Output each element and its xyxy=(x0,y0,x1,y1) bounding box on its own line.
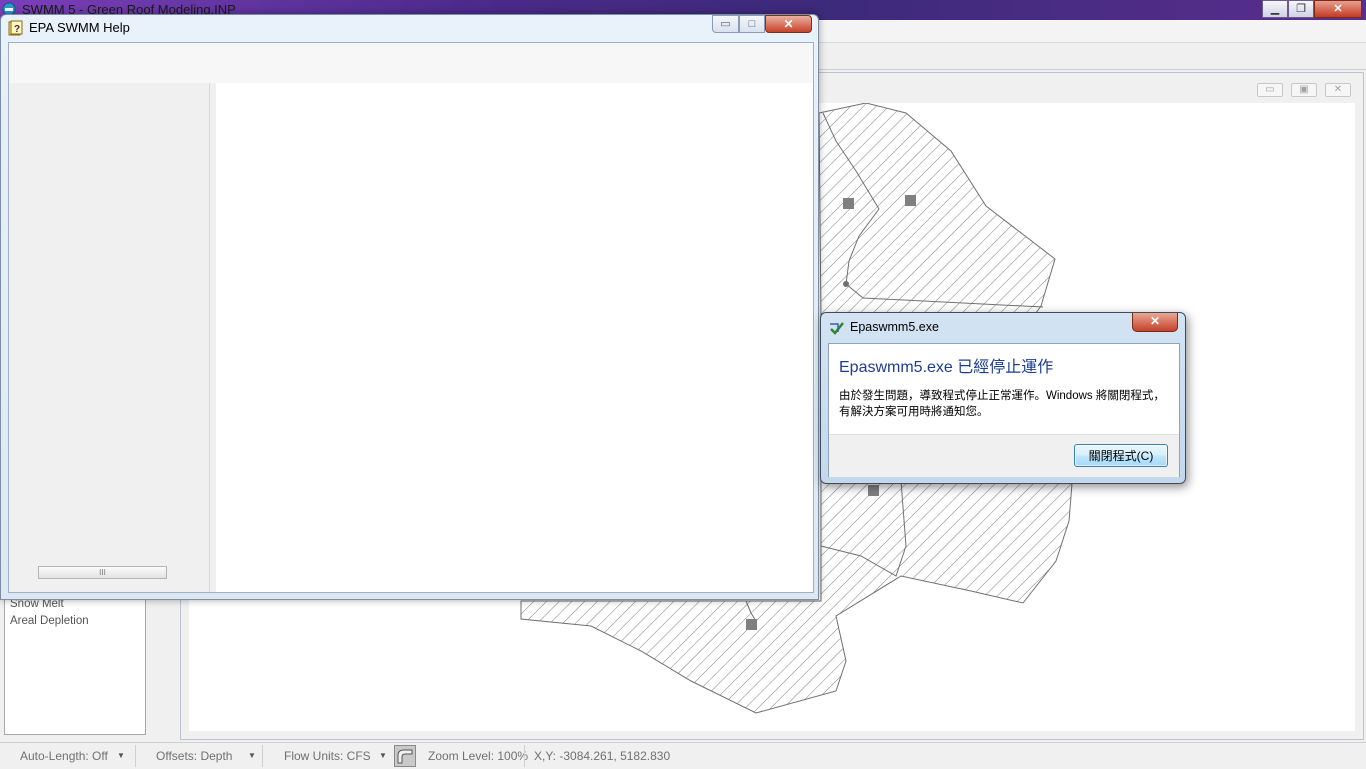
help-window[interactable]: ? EPA SWMM Help ▭ □ ✕ III xyxy=(0,14,819,600)
status-bar: Auto-Length: Off ▼ Offsets: Depth ▼ Flow… xyxy=(0,742,1366,769)
help-maximize-button[interactable]: □ xyxy=(739,15,765,33)
coordinates-status: X,Y: -3084.261, 5182.830 xyxy=(534,749,671,763)
minimize-icon: ▭ xyxy=(1265,84,1275,95)
map-minimize-button[interactable]: ▭ xyxy=(1257,83,1283,97)
zoom-level-icon[interactable] xyxy=(394,745,416,767)
offsets-status[interactable]: Offsets: Depth xyxy=(156,749,232,763)
help-toolbar[interactable] xyxy=(9,43,813,83)
close-icon: ✕ xyxy=(1149,314,1161,328)
close-program-button[interactable]: 關閉程式(C) xyxy=(1074,444,1168,467)
status-separator xyxy=(135,745,136,767)
junction-node[interactable] xyxy=(843,281,849,287)
status-separator xyxy=(262,745,263,767)
map-close-button[interactable]: ✕ xyxy=(1325,83,1351,97)
scroll-grip-icon: III xyxy=(99,568,106,577)
subcatchment-marker[interactable] xyxy=(843,198,854,209)
app-error-icon xyxy=(830,322,844,335)
maximize-icon: □ xyxy=(748,18,756,30)
dropdown-arrow-icon[interactable]: ▼ xyxy=(117,751,125,760)
help-content-pane[interactable] xyxy=(216,83,813,592)
main-close-button[interactable]: ✕ xyxy=(1314,0,1362,18)
subcatchment-marker[interactable] xyxy=(905,195,916,206)
flow-units-status[interactable]: Flow Units: CFS xyxy=(284,749,371,763)
dropdown-arrow-icon[interactable]: ▼ xyxy=(379,751,387,760)
restore-icon: ❐ xyxy=(1296,3,1306,15)
help-book-icon: ? xyxy=(8,20,23,36)
help-window-title: EPA SWMM Help xyxy=(29,20,130,35)
minimize-icon: ▭ xyxy=(720,18,731,30)
help-pane-splitter[interactable] xyxy=(209,83,216,592)
error-dialog-close-button[interactable]: ✕ xyxy=(1132,313,1178,332)
main-restore-button[interactable]: ❐ xyxy=(1288,0,1314,18)
zoom-level-status: Zoom Level: 100% xyxy=(428,749,529,763)
help-client-area: III xyxy=(8,42,814,593)
close-icon: ✕ xyxy=(1333,3,1343,15)
status-separator xyxy=(524,745,525,767)
dropdown-arrow-icon[interactable]: ▼ xyxy=(248,751,256,760)
browser-object-list[interactable]: Snow Melt Areal Depletion xyxy=(4,598,146,735)
error-dialog-title: Epaswmm5.exe xyxy=(850,320,939,334)
help-minimize-button[interactable]: ▭ xyxy=(712,15,739,33)
help-navigation-pane[interactable]: III xyxy=(9,83,209,592)
minimize-icon: ▁ xyxy=(1270,3,1280,15)
svg-text:?: ? xyxy=(14,24,20,35)
error-heading: Epaswmm5.exe 已經停止運作 xyxy=(839,359,1054,376)
help-nav-scrollbar[interactable]: III xyxy=(38,566,167,579)
map-restore-button[interactable]: ▣ xyxy=(1291,83,1317,97)
close-icon: ✕ xyxy=(783,17,794,31)
error-dialog[interactable]: Epaswmm5.exe ✕ Epaswmm5.exe 已經停止運作 由於發生問… xyxy=(820,312,1186,484)
error-dialog-footer: 關閉程式(C) xyxy=(829,434,1179,477)
error-message: 由於發生問題，導致程式停止正常運作。Windows 將關閉程式，有解決方案可用時… xyxy=(839,390,1165,418)
help-close-button[interactable]: ✕ xyxy=(765,15,812,33)
main-minimize-button[interactable]: ▁ xyxy=(1262,0,1288,18)
auto-length-status[interactable]: Auto-Length: Off xyxy=(20,749,108,763)
list-item-areal-depletion[interactable]: Areal Depletion xyxy=(10,615,89,627)
error-dialog-body: Epaswmm5.exe 已經停止運作 由於發生問題，導致程式停止正常運作。Wi… xyxy=(828,343,1180,477)
close-icon: ✕ xyxy=(1333,84,1343,95)
subcatchment-marker[interactable] xyxy=(746,619,757,630)
subcatchment-marker[interactable] xyxy=(868,485,879,496)
restore-icon: ▣ xyxy=(1299,84,1309,95)
